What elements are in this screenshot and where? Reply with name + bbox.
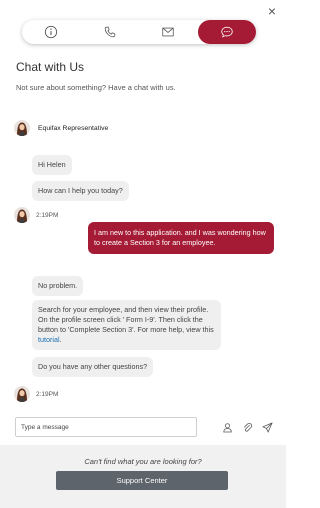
help-prompt: Can't find what you are looking for? <box>84 457 202 466</box>
tab-chat[interactable] <box>197 20 256 44</box>
message-text: No problem. <box>38 281 78 290</box>
timestamp: 2:19PM <box>36 211 59 219</box>
message-text: Search for your employee, and then view … <box>38 305 214 334</box>
person-icon[interactable] <box>221 421 233 433</box>
message-input[interactable] <box>15 417 197 437</box>
info-icon <box>45 25 58 39</box>
agent-message: Do you have any other questions? <box>32 357 154 377</box>
representative-header: Equifax Representative <box>14 120 108 136</box>
message-composer <box>15 417 275 437</box>
attachment-icon[interactable] <box>241 421 253 433</box>
agent-message: Hi Helen <box>32 155 72 175</box>
footer: Can't find what you are looking for? Sup… <box>0 445 286 508</box>
timestamp: 2:19PM <box>36 390 59 398</box>
agent-message: No problem. <box>32 276 84 296</box>
panel-title: Chat with Us <box>16 60 85 74</box>
close-icon[interactable]: × <box>268 4 276 18</box>
message-text: . <box>59 335 62 344</box>
support-center-button[interactable]: Support Center <box>56 471 228 490</box>
email-icon <box>162 27 174 37</box>
representative-name: Equifax Representative <box>38 124 109 132</box>
agent-message: How can I help you today? <box>32 181 129 201</box>
message-text: How can I help you today? <box>38 186 123 195</box>
message-timestamp-row: 2:19PM <box>14 207 58 223</box>
user-message: I am new to this application. and I was … <box>88 222 274 254</box>
contact-tab-bar <box>22 20 256 44</box>
tab-info[interactable] <box>22 20 81 44</box>
representative-avatar <box>14 207 30 223</box>
panel-subtitle: Not sure about something? Have a chat wi… <box>16 83 176 92</box>
message-text: Do you have any other questions? <box>38 362 148 371</box>
phone-icon <box>104 26 115 38</box>
tutorial-link[interactable]: tutorial <box>38 335 60 344</box>
message-text: I am new to this application. and I was … <box>94 228 266 247</box>
representative-avatar <box>14 120 30 136</box>
message-text: Hi Helen <box>38 160 66 169</box>
send-icon[interactable] <box>261 421 273 433</box>
tab-email[interactable] <box>139 20 198 44</box>
chat-icon <box>221 26 233 38</box>
agent-message: Search for your employee, and then view … <box>32 300 221 350</box>
tab-phone[interactable] <box>81 20 140 44</box>
message-timestamp-row: 2:19PM <box>14 386 58 402</box>
representative-avatar <box>14 386 30 402</box>
